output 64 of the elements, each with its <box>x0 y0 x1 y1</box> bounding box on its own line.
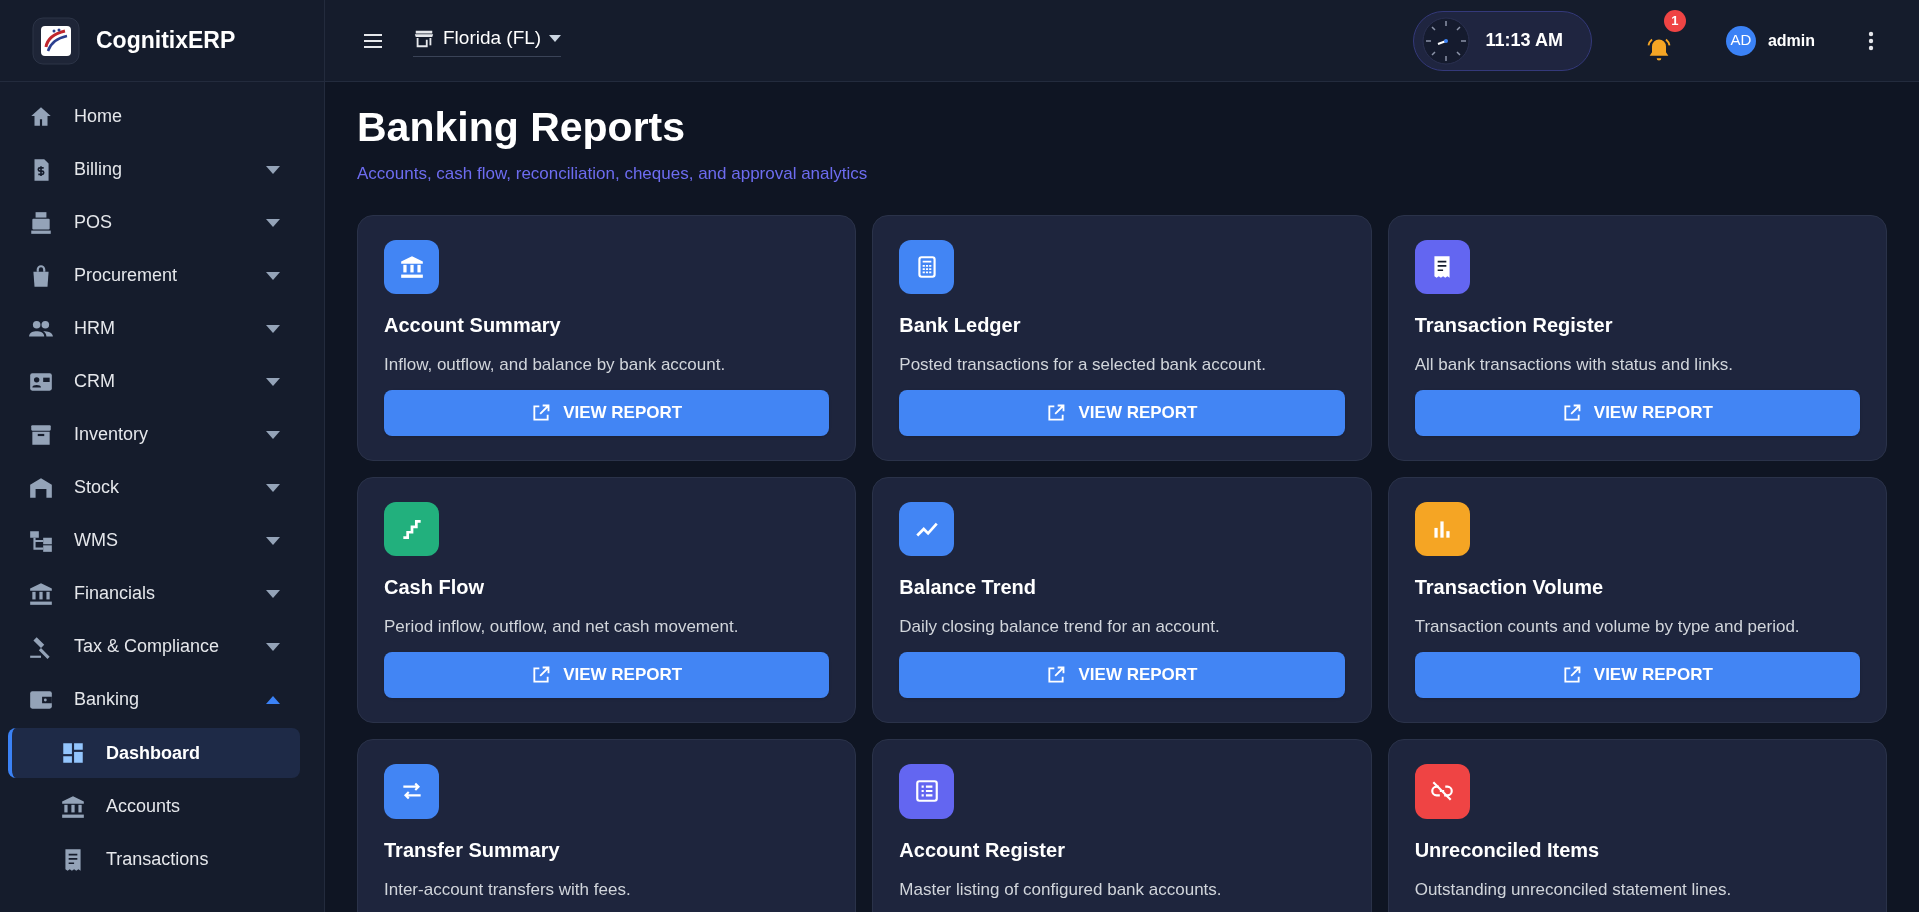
external-link-icon <box>531 402 552 423</box>
card-title: Transaction Register <box>1414 313 1614 339</box>
bank-icon <box>28 580 54 607</box>
sidebar-subitem[interactable]: Dashboard <box>8 728 300 778</box>
sidebar-item[interactable]: CRM <box>8 355 316 408</box>
sidebar-item[interactable]: Tax & Compliance <box>8 620 316 673</box>
card-description: Outstanding unreconciled statement lines. <box>1414 878 1733 901</box>
card-description: All bank transactions with status and links. <box>1414 354 1735 377</box>
view-report-button[interactable]: VIEW REPORT <box>1414 652 1860 698</box>
sidebar-item[interactable]: Inventory <box>8 408 316 461</box>
brand-name: CognitixERP <box>96 26 236 56</box>
card-description: Period inflow, outflow, and net cash movement. <box>384 616 740 639</box>
user-menu[interactable]: AD admin <box>1725 25 1815 56</box>
sidebar-subitem[interactable]: Accounts <box>8 780 300 833</box>
sidebar-item[interactable]: Procurement <box>8 249 316 302</box>
page-title: Banking Reports <box>357 103 687 152</box>
dashboard-icon <box>60 740 86 766</box>
external-link-icon <box>1046 664 1067 685</box>
user-avatar: AD <box>1725 25 1756 56</box>
card-title: Unreconciled Items <box>1414 837 1601 863</box>
card-title: Transaction Volume <box>1414 575 1605 601</box>
sidebar-item[interactable]: Financials <box>8 567 316 620</box>
external-link-icon <box>531 664 552 685</box>
card-title: Account Summary <box>384 313 562 339</box>
external-link-icon <box>1561 664 1582 685</box>
caret-icon <box>549 34 562 42</box>
card-description: Daily closing balance trend for an account. <box>899 616 1221 639</box>
notification-badge: 1 <box>1663 9 1686 32</box>
bank-icon <box>60 793 86 820</box>
location-select[interactable]: Florida (FL) <box>413 23 562 58</box>
card-description: Inflow, outflow, and balance by bank account. <box>384 354 727 377</box>
card-title: Account Register <box>899 837 1066 863</box>
clock-time: 11:13 AM <box>1485 29 1563 52</box>
card-description: Master listing of configured bank accounts. <box>899 878 1223 901</box>
sidebar-item[interactable]: HRM <box>8 302 316 355</box>
sidebar-item[interactable]: Home <box>8 90 316 143</box>
sidebar-item[interactable]: Banking <box>8 673 316 726</box>
more-icon <box>1868 30 1874 51</box>
view-report-button[interactable]: VIEW REPORT <box>899 652 1345 698</box>
card-description: Posted transactions for a selected bank account. <box>899 354 1267 377</box>
sidebar-subitem[interactable]: Transactions <box>8 833 300 886</box>
sidebar-item[interactable]: WMS <box>8 514 316 567</box>
view-report-button[interactable]: VIEW REPORT <box>384 652 830 698</box>
card-description: Transaction counts and volume by type and period. <box>1414 616 1801 639</box>
bank-icon <box>398 254 425 281</box>
external-link-icon <box>1561 402 1582 423</box>
card-description: Inter-account transfers with fees. <box>384 878 632 901</box>
card-title: Cash Flow <box>384 575 485 601</box>
list-icon <box>913 778 940 805</box>
card-title: Bank Ledger <box>899 313 1022 339</box>
view-report-button[interactable]: VIEW REPORT <box>384 390 830 436</box>
page-subtitle: Accounts, cash flow, reconciliation, cheques, and approval analytics <box>357 163 869 186</box>
sidebar-item[interactable]: Stock <box>8 461 316 514</box>
cash-register-icon <box>28 209 54 236</box>
sidebar-item[interactable]: Billing <box>8 143 316 196</box>
sidebar-item[interactable]: POS <box>8 196 316 249</box>
card-title: Transfer Summary <box>384 837 561 863</box>
external-link-icon <box>1046 402 1067 423</box>
card-title: Balance Trend <box>899 575 1038 601</box>
view-report-button[interactable]: VIEW REPORT <box>1414 390 1860 436</box>
user-name: admin <box>1767 30 1815 51</box>
view-report-button[interactable]: VIEW REPORT <box>899 390 1345 436</box>
clock-icon <box>1421 16 1470 65</box>
logo-icon <box>32 16 80 65</box>
